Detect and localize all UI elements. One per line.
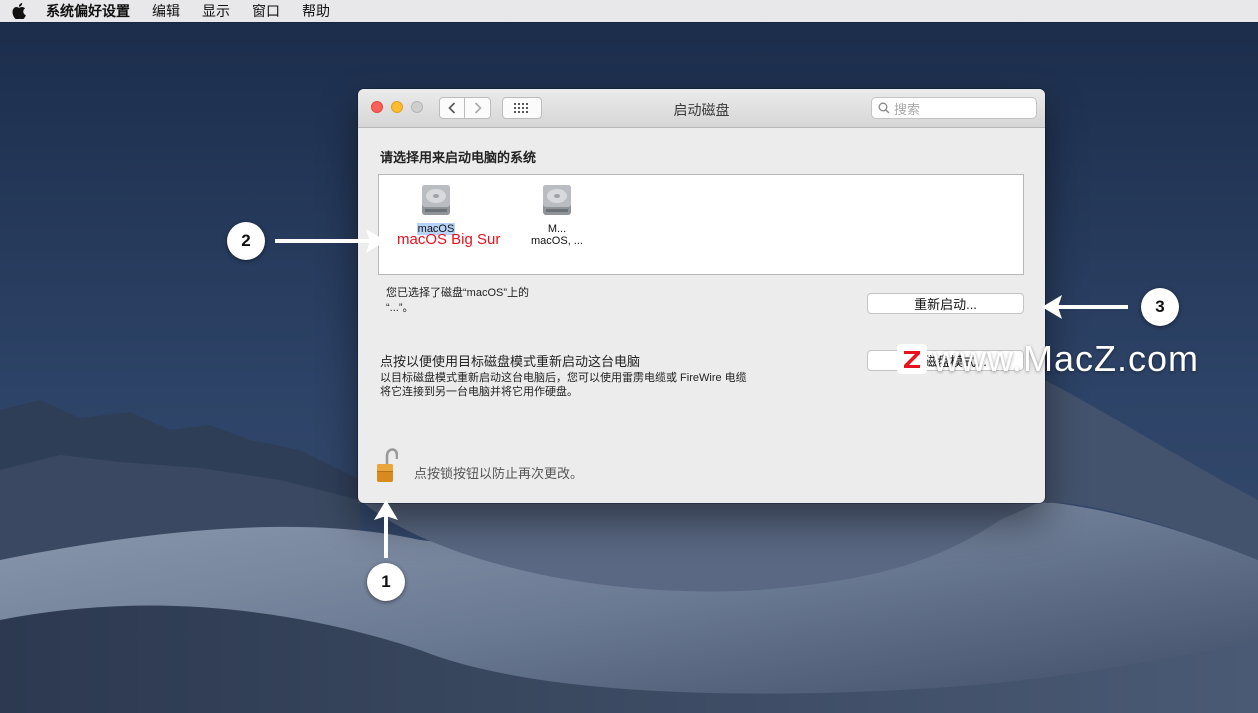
macz-logo-icon: [897, 344, 927, 374]
watermark-text: www.MacZ.com: [933, 338, 1200, 379]
callout-1: 1: [367, 563, 405, 601]
watermark: www.MacZ.com: [897, 337, 1199, 381]
callout-2: 2: [227, 222, 265, 260]
callout-3: 3: [1141, 288, 1179, 326]
